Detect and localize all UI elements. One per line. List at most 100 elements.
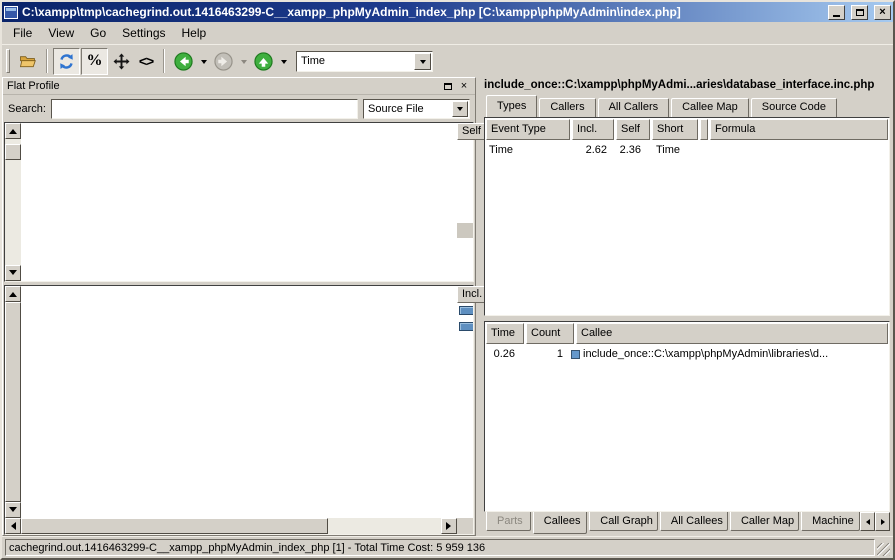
menu-file[interactable]: File	[5, 24, 40, 42]
column-header-event-type[interactable]: Event Type	[486, 119, 570, 140]
column-header-formula[interactable]: Formula	[710, 119, 888, 140]
dock-title-bar[interactable]: Flat Profile ×	[3, 78, 475, 95]
combo-arrow-button[interactable]	[414, 53, 431, 70]
function-row[interactable]: 0.260.261include_once::C:\xampp\phpMyAd.…	[457, 383, 473, 399]
up-dropdown[interactable]	[278, 48, 289, 75]
function-row[interactable]: 52.880.002PMA_DBI_Mysqli->connectC:\xamp…	[457, 303, 473, 319]
source-file-row[interactable]: 0.79C:\xampp\phpMyAdmin\libraries\Respon…	[457, 208, 473, 223]
scroll-thumb[interactable]	[5, 302, 21, 502]
function-row[interactable]: 3.140.2636PMA_DBI_Mysqli->realQueryC:\xa…	[457, 335, 473, 351]
scroll-left-button[interactable]	[5, 518, 21, 534]
source-file-row[interactable]: 0.52C:\xampp\phpMyAdmin\libraries\user_p…	[457, 253, 473, 268]
status-bar: cachegrind.out.1416463299-C__xampp_phpMy…	[2, 536, 893, 558]
function-row[interactable]: 0.000.0027PMA_DBI_Mysqli->freeResultC:\x…	[457, 415, 473, 431]
tab-caller-map[interactable]: Caller Map	[730, 512, 799, 531]
function-table-vscrollbar[interactable]	[5, 286, 21, 518]
dock-float-button[interactable]	[441, 80, 455, 93]
forward-button[interactable]	[210, 48, 237, 75]
scroll-up-button[interactable]	[5, 286, 21, 302]
function-row[interactable]: 0.000.0036PMA_DBI_Mysqli->fetchRowC:\xam…	[457, 399, 473, 415]
tab-scroll-left-button[interactable]	[860, 512, 875, 531]
source-file-row[interactable]: 0.79C:\xampp\phpMyAdmin\libraries\dbi\DB…	[457, 223, 473, 238]
scroll-thumb[interactable]	[21, 518, 328, 534]
scroll-down-button[interactable]	[5, 502, 21, 518]
cell-self: 2.36	[611, 142, 645, 159]
cell-self: 1.37	[457, 140, 473, 148]
scroll-up-button[interactable]	[5, 123, 21, 139]
cell-incl: 0.00	[457, 479, 473, 495]
cycle-grouping-button[interactable]	[53, 48, 80, 75]
group-by-select[interactable]: Source File	[363, 99, 470, 119]
column-header-count[interactable]: Count	[526, 323, 574, 344]
dock-layout-button[interactable]	[109, 48, 133, 75]
menu-go[interactable]: Go	[82, 24, 114, 42]
tab-types[interactable]: Types	[486, 95, 537, 117]
combo-arrow-button[interactable]	[452, 101, 468, 117]
tab-machine[interactable]: Machine	[801, 512, 860, 531]
search-label: Search:	[8, 103, 46, 115]
column-header-callee[interactable]: Callee	[576, 323, 888, 344]
function-row[interactable]: 0.000.0013PMA_DBI_Mysqli->numRowsC:\xamp…	[457, 431, 473, 447]
menu-help[interactable]: Help	[174, 24, 215, 42]
source-file-row[interactable]: 0.79C:\xampp\phpMyAdmin\libraries\Databa…	[457, 178, 473, 193]
source-file-row[interactable]: 1.31C:\xampp\phpMyAdmin\libraries\naviga…	[457, 148, 473, 163]
back-dropdown[interactable]	[198, 48, 209, 75]
tab-callees[interactable]: Callees	[533, 512, 588, 534]
tab-parts[interactable]: Parts	[486, 512, 531, 531]
maximize-button[interactable]	[851, 5, 868, 20]
column-header-time[interactable]: Time	[486, 323, 524, 344]
dock-close-button[interactable]: ×	[457, 80, 471, 93]
scroll-track[interactable]	[328, 518, 441, 534]
toolbar-handle[interactable]	[6, 49, 10, 73]
title-bar[interactable]: C:\xampp\tmp\cachegrind.out.1416463299-C…	[2, 2, 893, 22]
menu-settings[interactable]: Settings	[114, 24, 173, 42]
function-row[interactable]: 0.000.007PMA_DBI_Mysqli->affectedRowsC:\…	[457, 447, 473, 463]
menu-view[interactable]: View	[40, 24, 82, 42]
callee-row[interactable]: 0.261include_once::C:\xampp\phpMyAdmin\l…	[485, 346, 889, 363]
event-type-select[interactable]: Time	[296, 51, 433, 72]
cell-incl: 52.88	[457, 303, 473, 319]
close-button[interactable]: ×	[874, 5, 891, 20]
resize-grip[interactable]	[877, 543, 890, 556]
cell-self: 0.79	[457, 223, 473, 238]
up-button[interactable]	[250, 48, 277, 75]
source-file-row[interactable]: 0.79C:\xampp\phpMyAdmin\libraries\Tracke…	[457, 193, 473, 208]
function-row[interactable]: 0.520.002PMA_DBI_Mysqli->selectDbC:\xamp…	[457, 351, 473, 367]
source-table-vscrollbar[interactable]	[5, 123, 21, 281]
function-row[interactable]: 52.880.002PMA_DBI_Mysqli->_realConnectC:…	[457, 319, 473, 335]
column-header-short[interactable]: Short	[652, 119, 698, 140]
source-file-row[interactable]: 0.79C:\xampp\phpMyAdmin\libraries\Util.c…	[457, 163, 473, 178]
tab-callers[interactable]: Callers	[539, 98, 595, 117]
percent-button[interactable]: %	[81, 48, 108, 75]
dock-title: Flat Profile	[7, 80, 439, 92]
chevron-down-icon	[201, 60, 207, 67]
source-file-row[interactable]: 0.52C:\xampp\phpMyAdmin\libraries\mysql_…	[457, 238, 473, 253]
triangle-right-icon	[881, 519, 888, 525]
scroll-down-button[interactable]	[5, 265, 21, 281]
tab-scroll-right-button[interactable]	[875, 512, 890, 531]
source-file-row[interactable]: 1.37C:\xampp\phpMyAdmin\libraries\naviga…	[457, 140, 473, 148]
back-button[interactable]	[170, 48, 197, 75]
tab-callee-map[interactable]: Callee Map	[671, 98, 749, 117]
scroll-track[interactable]	[5, 160, 21, 265]
scroll-thumb[interactable]	[5, 144, 21, 160]
expand-button[interactable]: <>	[134, 48, 158, 75]
tab-all-callees[interactable]: All Callees	[660, 512, 728, 531]
search-input[interactable]	[51, 99, 358, 119]
tab-all-callers[interactable]: All Callers	[598, 98, 670, 117]
column-header-self[interactable]: Self	[616, 119, 650, 140]
minimize-button[interactable]	[828, 5, 845, 20]
open-file-button[interactable]	[14, 48, 41, 75]
column-header-incl-[interactable]: Incl.	[572, 119, 614, 140]
forward-arrow-icon	[214, 52, 233, 71]
scroll-right-button[interactable]	[441, 518, 457, 534]
tab-source-code[interactable]: Source Code	[751, 98, 837, 117]
tab-call-graph[interactable]: Call Graph	[589, 512, 658, 531]
function-row[interactable]: 0.000.002PMA_DBI_Mysqli->getClientInfoC:…	[457, 463, 473, 479]
function-row[interactable]: 0.260.26376PMA_DBI_Mysqli->fetchAssocC:\…	[457, 367, 473, 383]
function-table-hscrollbar[interactable]	[5, 518, 457, 534]
function-row[interactable]: 0.000.001PMA_DBI_Mysqli->getProtoInfoC:\…	[457, 495, 473, 511]
event-type-row[interactable]: Time2.622.36Time	[485, 142, 889, 159]
function-row[interactable]: 0.000.001PMA_DBI_Mysqli->numFieldsC:\xam…	[457, 479, 473, 495]
forward-dropdown[interactable]	[238, 48, 249, 75]
